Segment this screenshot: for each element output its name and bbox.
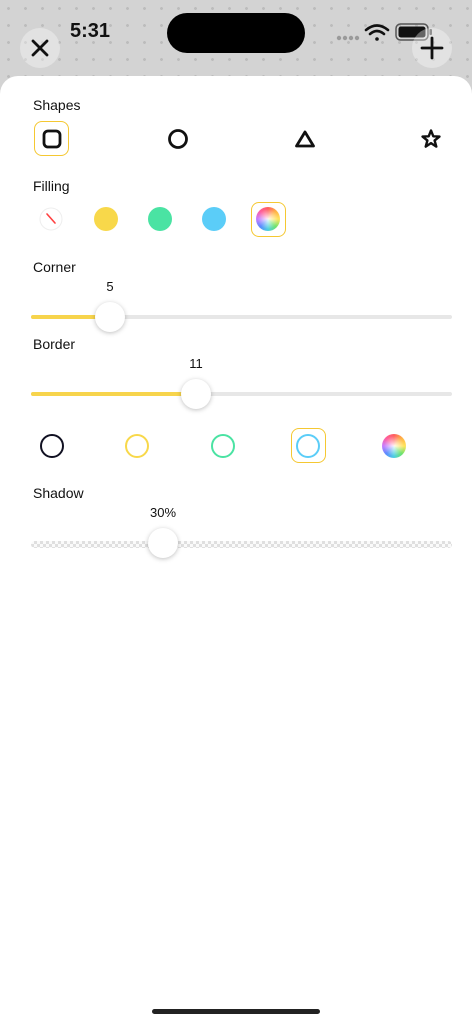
shadow-slider-thumb[interactable]: [148, 528, 178, 558]
shape-circle[interactable]: [166, 127, 190, 151]
border-slider-fill: [31, 392, 196, 396]
star-icon: [421, 129, 441, 148]
corner-slider-thumb[interactable]: [95, 302, 125, 332]
border-color-blue[interactable]: [296, 434, 320, 458]
border-color-black[interactable]: [40, 434, 64, 458]
border-slider-track[interactable]: [31, 392, 452, 396]
circle-icon: [168, 129, 188, 149]
corner-label: Corner: [33, 259, 76, 275]
filling-label: Filling: [33, 178, 70, 194]
shadow-slider-track[interactable]: [31, 541, 452, 548]
dynamic-island: [167, 13, 305, 53]
shape-style-sheet: Shapes Filling Corner 5 Border 11 Shadow…: [0, 76, 472, 1024]
filling-yellow[interactable]: [94, 207, 118, 231]
shape-star[interactable]: [419, 127, 443, 151]
shadow-value: 30%: [149, 505, 177, 520]
border-label: Border: [33, 336, 76, 352]
wifi-icon: [364, 24, 390, 41]
plus-icon: [420, 36, 444, 60]
corner-value: 5: [106, 279, 114, 294]
border-slider-thumb[interactable]: [181, 379, 211, 409]
home-indicator: [152, 1009, 320, 1014]
shadow-label: Shadow: [33, 485, 84, 501]
rounded-square-icon: [42, 129, 62, 149]
border-color-green[interactable]: [211, 434, 235, 458]
border-color-rainbow[interactable]: [382, 434, 406, 458]
filling-rainbow[interactable]: [256, 207, 280, 231]
filling-none[interactable]: [39, 207, 63, 231]
triangle-icon: [295, 130, 315, 148]
border-color-yellow[interactable]: [125, 434, 149, 458]
filling-green[interactable]: [148, 207, 172, 231]
close-button[interactable]: [20, 28, 60, 68]
signal-icon: [336, 35, 360, 41]
shape-rounded-square[interactable]: [40, 127, 64, 151]
shapes-label: Shapes: [33, 97, 81, 113]
close-icon: [31, 39, 49, 57]
add-button[interactable]: [412, 28, 452, 68]
no-fill-icon: [39, 207, 63, 231]
border-value: 11: [189, 356, 203, 371]
status-time: 5:31: [70, 20, 111, 42]
filling-blue[interactable]: [202, 207, 226, 231]
shape-triangle[interactable]: [293, 127, 317, 151]
